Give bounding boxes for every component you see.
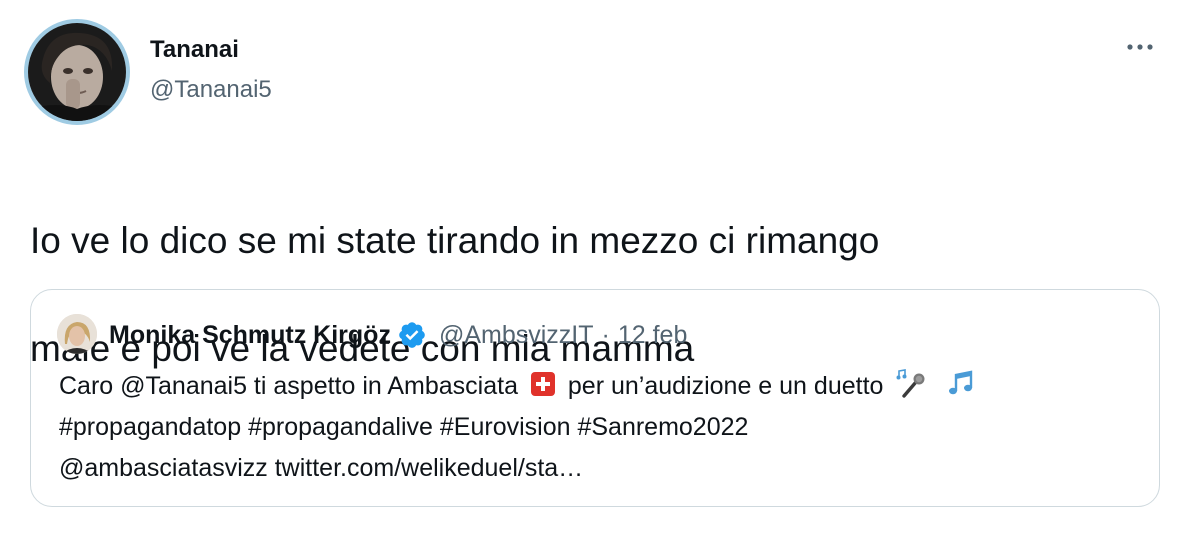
quoted-text-part-2: per un’audizione e un duetto — [567, 372, 884, 400]
quoted-text-line-1: Caro @Tananai5 ti aspetto in Ambasciata … — [59, 366, 1139, 407]
quoted-tweet-text: Caro @Tananai5 ti aspetto in Ambasciata … — [59, 366, 1139, 489]
quoted-author-avatar — [57, 314, 97, 354]
microphone-icon — [896, 369, 928, 399]
more-horizontal-icon — [1127, 44, 1153, 50]
author-name[interactable]: Tananai — [150, 36, 239, 64]
separator-dot: · — [601, 321, 610, 349]
swiss-flag-icon — [530, 372, 555, 397]
tweet-text-line-1: Io ve lo dico se mi state tirando in mez… — [30, 220, 880, 261]
quoted-tweet[interactable]: Monika Schmutz Kirgöz @AmbsvizzIT · 12 f… — [30, 289, 1160, 507]
quoted-author-name[interactable]: Monika Schmutz Kirgöz — [109, 320, 391, 350]
musical-notes-icon — [947, 369, 979, 399]
tweet-card: Tananai @Tananai5 Io ve lo dico se mi st… — [0, 0, 1202, 538]
quoted-text-part-1: Caro @Tananai5 ti aspetto in Ambasciata — [59, 372, 518, 400]
quoted-tweet-header: Monika Schmutz Kirgöz @AmbsvizzIT · 12 f… — [109, 320, 687, 350]
quoted-author-handle[interactable]: @AmbsvizzIT — [439, 320, 594, 350]
more-options-button[interactable] — [1120, 32, 1160, 62]
quoted-text-line-3: @ambasciatasvizz twitter.com/welikeduel/… — [59, 454, 584, 482]
author-avatar[interactable] — [24, 19, 130, 125]
verified-badge-icon — [397, 320, 427, 350]
quoted-text-line-2: #propagandatop #propagandalive #Eurovisi… — [59, 413, 749, 441]
quoted-tweet-date[interactable]: 12 feb — [618, 320, 688, 350]
author-handle[interactable]: @Tananai5 — [150, 76, 272, 104]
